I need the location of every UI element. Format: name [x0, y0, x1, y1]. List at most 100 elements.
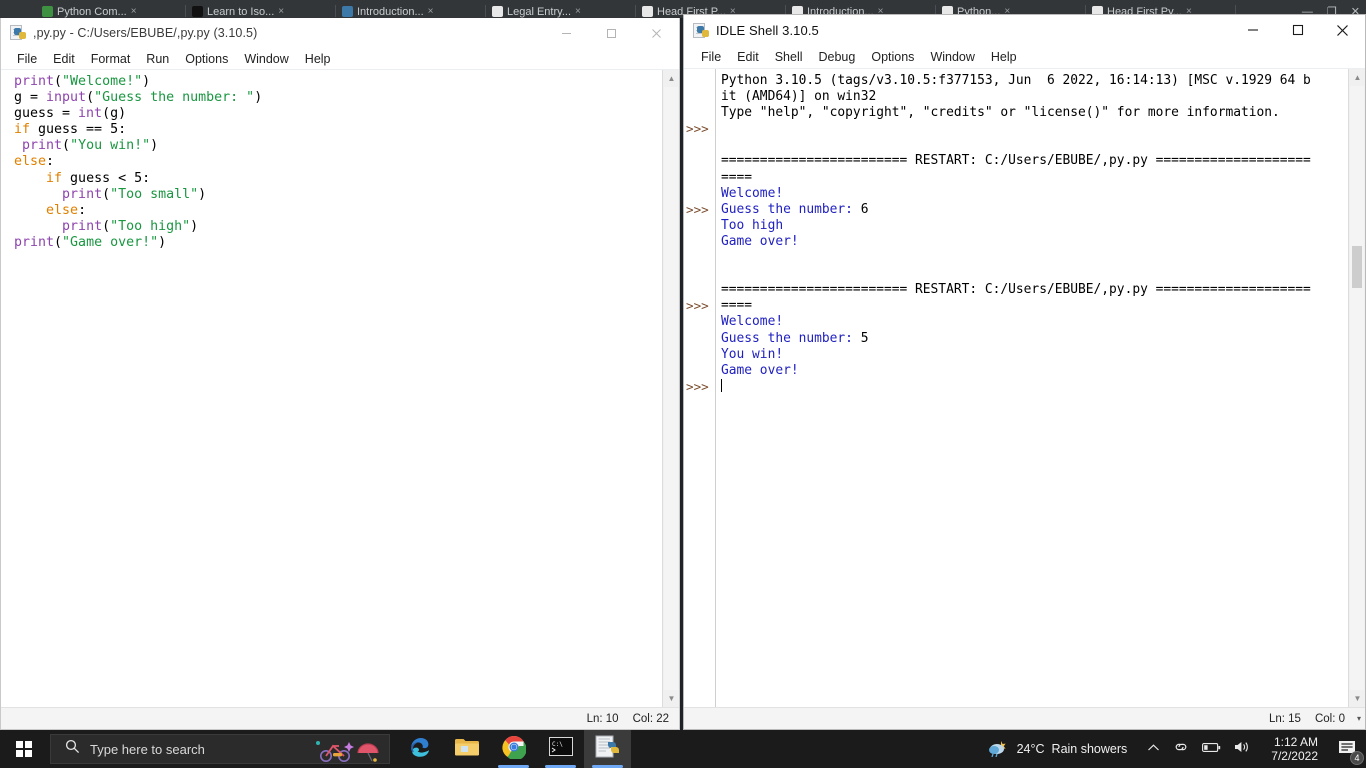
shell-program-output: Welcome! [721, 185, 784, 201]
editor-menu-help[interactable]: Help [297, 51, 339, 67]
shell-close-button[interactable] [1320, 15, 1365, 45]
shell-user-input: 6 [860, 201, 869, 217]
search-input[interactable]: Type here to search [50, 734, 390, 764]
shell-menu-bar[interactable]: File Edit Shell Debug Options Window Help [684, 46, 1365, 69]
taskbar-app-microsoft-edge[interactable] [396, 730, 443, 768]
editor-maximize-button[interactable] [589, 18, 634, 48]
tab-close-icon[interactable]: × [428, 6, 434, 17]
battery-icon[interactable] [1202, 740, 1221, 758]
clock-time: 1:12 AM [1273, 735, 1318, 749]
text-caret [721, 378, 722, 392]
python-file-icon [10, 25, 26, 41]
editor-window-controls[interactable] [544, 18, 679, 48]
file-explorer-icon [454, 736, 480, 763]
shell-menu-file[interactable]: File [693, 49, 729, 65]
shell-scroll-thumb[interactable] [1352, 246, 1362, 288]
code-token: guess < 5: [62, 170, 151, 186]
shell-menu-shell[interactable]: Shell [767, 49, 811, 65]
code-line: if guess == 5: [14, 122, 662, 138]
editor-menu-run[interactable]: Run [138, 51, 177, 67]
python-file-icon [693, 22, 709, 39]
action-center-button[interactable]: 4 [1328, 730, 1366, 768]
browser-tab[interactable]: Python Com... × [36, 2, 186, 18]
taskbar-app-python-idle[interactable] [584, 730, 631, 768]
windows-taskbar[interactable]: Type here to search C:\ 24°C Rain shower… [0, 730, 1366, 768]
shell-line [721, 137, 1348, 153]
system-tray[interactable]: 24°C Rain showers 1:12 AM 7/2/2022 4 [978, 730, 1366, 768]
weather-condition: Rain showers [1051, 742, 1128, 756]
tab-close-icon[interactable]: × [131, 6, 137, 17]
taskbar-app-file-explorer[interactable] [443, 730, 490, 768]
taskbar-app-google-chrome[interactable] [490, 730, 537, 768]
editor-title-bar[interactable]: ,py.py - C:/Users/EBUBE/,py.py (3.10.5) [1, 18, 679, 48]
code-token: : [78, 202, 87, 218]
tab-close-icon[interactable]: × [575, 6, 581, 17]
shell-output[interactable]: Python 3.10.5 (tags/v3.10.5:f377153, Jun… [716, 69, 1348, 707]
code-token: print [14, 74, 55, 89]
shell-line: ======================== RESTART: C:/Use… [721, 153, 1348, 169]
shell-banner-text [721, 137, 729, 152]
shell-line: ======================== RESTART: C:/Use… [721, 282, 1348, 298]
shell-program-output: Too high [721, 217, 784, 233]
shell-scroll-trough[interactable] [1350, 86, 1364, 690]
editor-menu-format[interactable]: Format [83, 51, 139, 67]
shell-prompt: >>> [686, 201, 709, 217]
shell-gutter-blank [684, 105, 715, 121]
taskbar-clock[interactable]: 1:12 AM 7/2/2022 [1261, 735, 1328, 763]
shell-menu-options[interactable]: Options [863, 49, 922, 65]
editor-menu-edit[interactable]: Edit [45, 51, 83, 67]
idle-shell-window[interactable]: IDLE Shell 3.10.5 File Edit Shell Debug Opti… [683, 14, 1366, 730]
editor-text-area[interactable]: print("Welcome!") g = input("Guess the nu… [1, 70, 679, 707]
code-token: ( [102, 218, 111, 234]
shell-line: You win! [721, 347, 1348, 363]
browser-tab[interactable]: Introduction... × [336, 2, 486, 18]
code-token: g = [14, 90, 47, 106]
shell-maximize-button[interactable] [1275, 15, 1320, 45]
code-token: if [14, 122, 31, 138]
browser-tab[interactable]: Learn to Iso... × [186, 2, 336, 18]
code-token: "Welcome!" [62, 74, 143, 89]
shell-banner-text [721, 121, 729, 136]
svg-text:C:\: C:\ [552, 741, 563, 748]
resize-grip-icon[interactable]: ▾ [1357, 714, 1361, 723]
tray-icon-group[interactable] [1137, 740, 1261, 759]
tab-close-icon[interactable]: × [278, 6, 284, 17]
volume-icon[interactable] [1234, 740, 1251, 759]
editor-vertical-scrollbar[interactable]: ▲ ▼ [662, 70, 679, 707]
shell-line: it (AMD64)] on win32 [721, 89, 1348, 105]
taskbar-app-command-prompt[interactable]: C:\ [537, 730, 584, 768]
editor-menu-file[interactable]: File [9, 51, 45, 67]
shell-menu-edit[interactable]: Edit [729, 49, 767, 65]
windows-logo-icon [16, 741, 32, 757]
start-button[interactable] [0, 730, 48, 768]
shell-vertical-scrollbar[interactable]: ▲ ▼ [1348, 69, 1365, 707]
onedrive-link-icon[interactable] [1173, 740, 1189, 758]
scroll-down-icon[interactable]: ▼ [663, 690, 680, 707]
code-editor[interactable]: print("Welcome!") g = input("Guess the nu… [1, 70, 662, 707]
shell-program-output: You win! [721, 346, 784, 362]
scroll-down-icon[interactable]: ▼ [1349, 690, 1366, 707]
scroll-up-icon[interactable]: ▲ [1349, 69, 1366, 86]
editor-menu-bar[interactable]: File Edit Format Run Options Window Help [1, 48, 679, 70]
code-token: "Guess the number: " [94, 90, 255, 106]
shell-menu-help[interactable]: Help [983, 49, 1025, 65]
scroll-up-icon[interactable]: ▲ [663, 70, 680, 87]
editor-minimize-button[interactable] [544, 18, 589, 48]
code-token: ( [54, 234, 63, 250]
shell-window-controls[interactable] [1230, 15, 1365, 45]
shell-text-area[interactable]: >>> >>> >>> >>> Python 3.10.5 (tags/v3.1… [684, 69, 1365, 707]
editor-menu-options[interactable]: Options [177, 51, 236, 67]
editor-scroll-trough[interactable] [664, 87, 678, 690]
shell-title-bar[interactable]: IDLE Shell 3.10.5 [684, 15, 1365, 46]
editor-menu-window[interactable]: Window [236, 51, 296, 67]
shell-line: Python 3.10.5 (tags/v3.10.5:f377153, Jun… [721, 73, 1348, 89]
idle-editor-window[interactable]: ,py.py - C:/Users/EBUBE/,py.py (3.10.5) … [0, 18, 680, 730]
weather-widget[interactable]: 24°C Rain showers [978, 739, 1138, 760]
taskbar-app-buttons[interactable]: C:\ [396, 730, 631, 768]
shell-minimize-button[interactable] [1230, 15, 1275, 45]
editor-close-button[interactable] [634, 18, 679, 48]
browser-tab[interactable]: Legal Entry... × [486, 2, 636, 18]
shell-menu-window[interactable]: Window [922, 49, 982, 65]
shell-menu-debug[interactable]: Debug [811, 49, 864, 65]
chevron-up-icon[interactable] [1147, 740, 1160, 758]
